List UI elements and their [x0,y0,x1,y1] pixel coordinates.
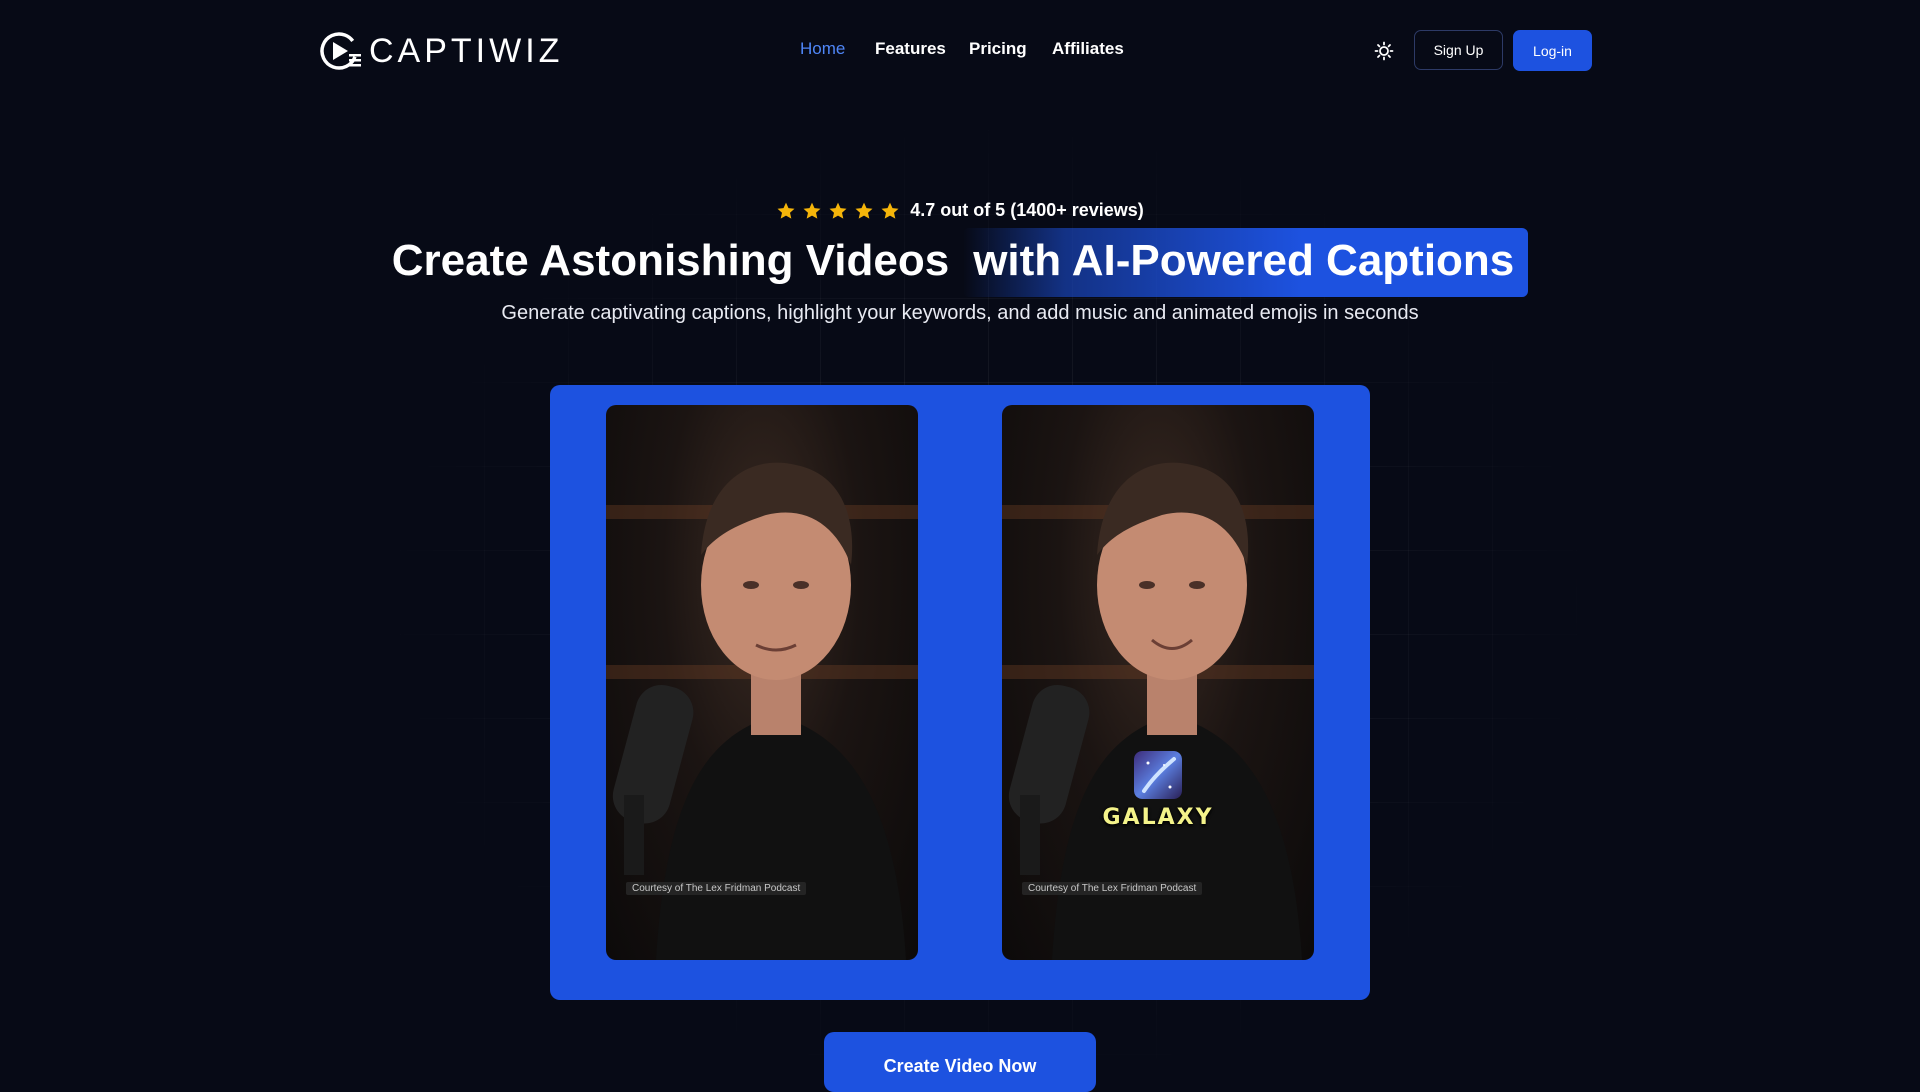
microphone-image [612,684,694,875]
star-icon [777,202,795,219]
video-preview-captioned[interactable]: GALAXY Courtesy of The Lex Fridman Podca… [1002,405,1314,960]
main-nav: Home Features Pricing Affiliates [0,39,1920,63]
star-icon [881,202,899,219]
caption-word: GALAXY [1102,805,1214,830]
demo-panel: Courtesy of The Lex Fridman Podcast GALA… [550,385,1370,1000]
sun-icon[interactable] [1374,41,1394,61]
nav-item-affiliates[interactable]: Affiliates [1052,39,1124,59]
rating-stars [776,201,900,221]
login-button[interactable]: Log-in [1513,30,1592,71]
microphone-image [1008,684,1090,875]
nav-item-features[interactable]: Features [875,39,946,59]
nav-item-home[interactable]: Home [800,39,845,59]
create-video-button[interactable]: Create Video Now [824,1032,1096,1092]
star-icon [855,202,873,219]
hero-subtitle: Generate captivating captions, highlight… [501,302,1419,324]
hero-headline: Create Astonishing Videos with AI-Powered… [0,228,1920,297]
star-icon [829,202,847,219]
video-credit: Courtesy of The Lex Fridman Podcast [1022,882,1203,895]
rating-row: 4.7 out of 5 (1400+ reviews) [0,200,1920,221]
video-credit: Courtesy of The Lex Fridman Podcast [626,882,807,895]
headline-highlight: with AI-Powered Captions [963,228,1529,297]
galaxy-emoji-icon [1134,751,1182,799]
star-icon [803,202,821,219]
headline-part-1: Create Astonishing Videos [391,236,950,285]
signup-button[interactable]: Sign Up [1414,30,1503,70]
video-preview-original[interactable]: Courtesy of The Lex Fridman Podcast [606,405,918,960]
nav-item-pricing[interactable]: Pricing [969,39,1027,59]
rating-text: 4.7 out of 5 (1400+ reviews) [910,200,1144,220]
